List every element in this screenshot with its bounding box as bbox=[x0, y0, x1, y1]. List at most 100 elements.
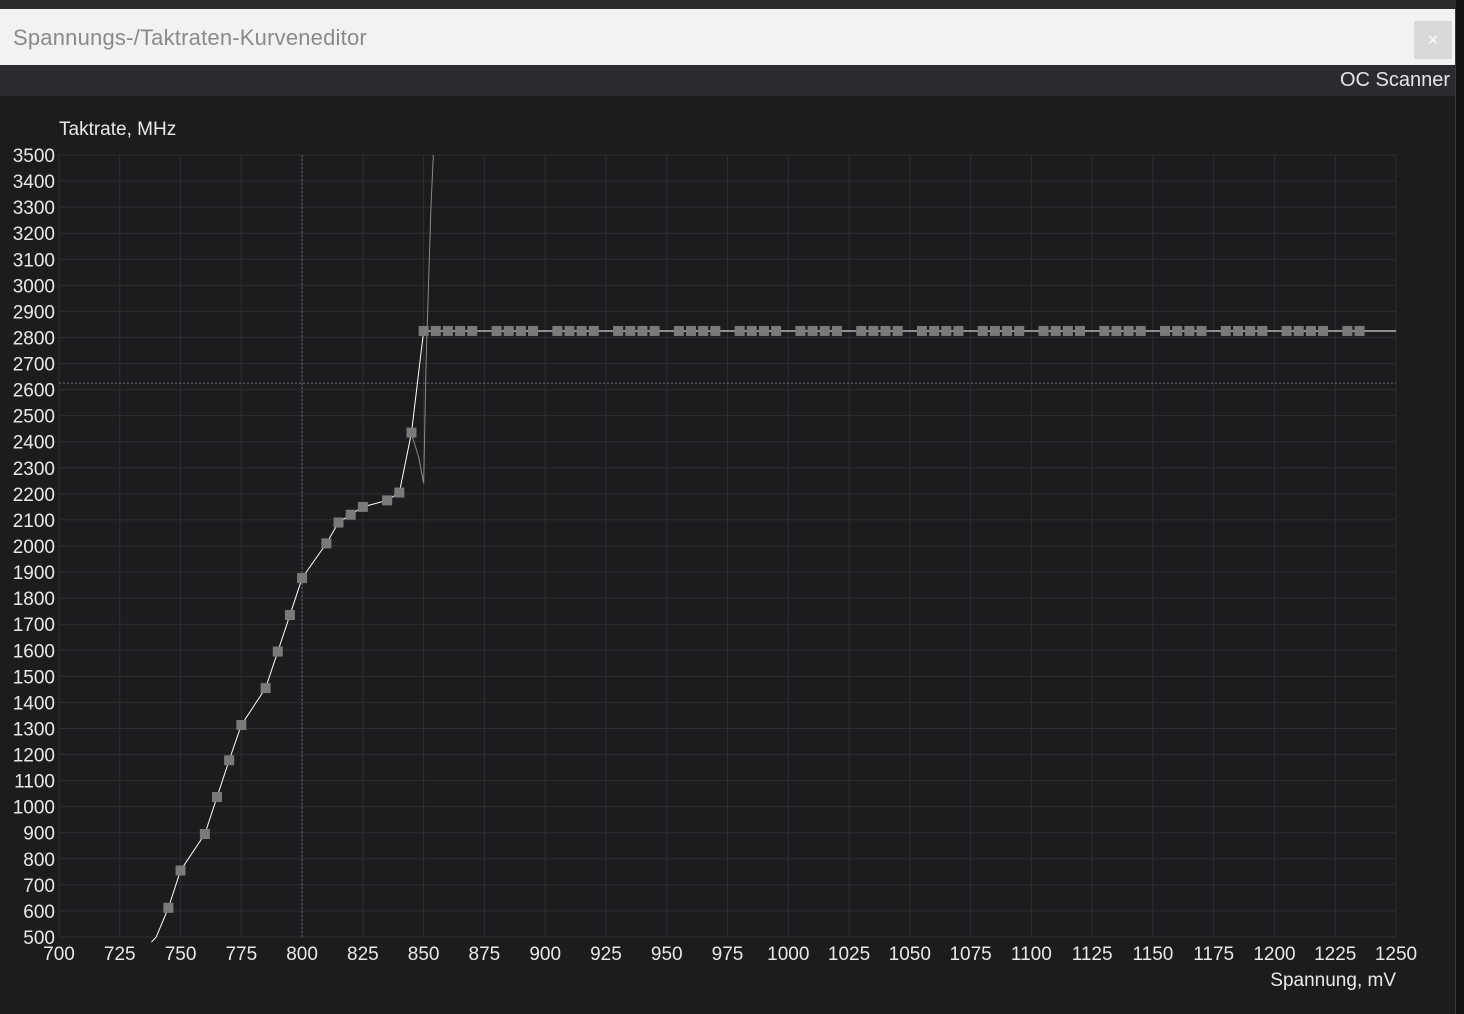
curve-point bbox=[819, 325, 830, 336]
voltage-frequency-chart[interactable]: 700 725 750 775 800 825 850 875 900 925 950 975 1000… bbox=[0, 0, 1464, 1014]
chart-series bbox=[151, 154, 1396, 943]
curve-point bbox=[272, 646, 283, 657]
y-tick-label: 900 bbox=[23, 824, 55, 845]
x-tick-label: 800 bbox=[286, 944, 318, 965]
x-tick-label: 1125 bbox=[1072, 944, 1113, 965]
curve-point bbox=[1111, 325, 1122, 336]
curve-point bbox=[333, 517, 344, 528]
curve-point bbox=[1135, 325, 1146, 336]
y-tick-label: 1100 bbox=[14, 772, 55, 793]
y-tick-label: 2500 bbox=[13, 407, 55, 428]
curve-point bbox=[199, 829, 210, 840]
y-tick-label: 3000 bbox=[13, 276, 55, 297]
y-tick-label: 2400 bbox=[13, 433, 55, 454]
curve-point bbox=[1342, 325, 1353, 336]
y-tick-label: 1500 bbox=[13, 667, 55, 688]
y-tick-label: 3300 bbox=[13, 198, 55, 219]
x-axis-title: Spannung, mV bbox=[1270, 970, 1396, 991]
curve-point bbox=[807, 325, 818, 336]
curve-point bbox=[734, 325, 745, 336]
x-tick-label: 900 bbox=[529, 944, 561, 965]
curve-point bbox=[1002, 325, 1013, 336]
x-tick-label: 850 bbox=[408, 944, 440, 965]
curve-point bbox=[515, 325, 526, 336]
x-tick-label: 1075 bbox=[949, 944, 991, 965]
curve-point bbox=[394, 487, 405, 498]
x-tick-label: 1050 bbox=[889, 944, 931, 965]
x-tick-label: 1150 bbox=[1132, 944, 1173, 965]
curve-point bbox=[892, 325, 903, 336]
curve-point bbox=[1074, 325, 1085, 336]
curve-point bbox=[1281, 325, 1292, 336]
y-tick-label: 1200 bbox=[13, 746, 55, 767]
curve-point bbox=[746, 325, 757, 336]
y-axis-title: Taktrate, MHz bbox=[59, 119, 176, 140]
curve-point bbox=[418, 325, 429, 336]
curve-point bbox=[406, 427, 417, 438]
curve-point bbox=[175, 865, 186, 876]
curve-point bbox=[758, 325, 769, 336]
y-tick-label: 2800 bbox=[13, 328, 55, 349]
x-tick-label: 1000 bbox=[767, 944, 809, 965]
curve-point bbox=[576, 325, 587, 336]
curve-point bbox=[163, 902, 174, 913]
y-axis-ticks: 500 600 700 800 900 1000 1100 1200 1300 1400 1500 1… bbox=[13, 146, 55, 949]
y-tick-label: 2300 bbox=[13, 459, 55, 480]
curve-point bbox=[941, 325, 952, 336]
curve-point bbox=[1014, 325, 1025, 336]
curve-point bbox=[503, 325, 514, 336]
curve-point bbox=[212, 792, 223, 803]
x-tick-label: 1250 bbox=[1375, 944, 1417, 965]
curve-point bbox=[953, 325, 964, 336]
curve-point bbox=[528, 325, 539, 336]
curve-point bbox=[224, 755, 235, 766]
curve-point bbox=[442, 325, 453, 336]
curve-point bbox=[989, 325, 1000, 336]
curve-point bbox=[710, 325, 721, 336]
curve-point bbox=[552, 325, 563, 336]
x-tick-label: 750 bbox=[165, 944, 197, 965]
curve-point bbox=[236, 720, 247, 731]
y-tick-label: 2900 bbox=[13, 302, 55, 323]
curve-point bbox=[1160, 325, 1171, 336]
curve-point bbox=[430, 325, 441, 336]
curve-point bbox=[345, 509, 356, 520]
y-tick-label: 1400 bbox=[13, 693, 55, 714]
curve-point bbox=[625, 325, 636, 336]
y-tick-label: 800 bbox=[23, 850, 55, 871]
y-tick-label: 600 bbox=[23, 902, 55, 923]
curve-point bbox=[297, 573, 308, 584]
curve-point bbox=[1123, 325, 1134, 336]
curve-point bbox=[637, 325, 648, 336]
curve-point bbox=[455, 325, 466, 336]
y-tick-label: 2700 bbox=[13, 355, 55, 376]
vf-curve-line bbox=[151, 330, 1396, 943]
x-tick-label: 825 bbox=[347, 944, 379, 965]
curve-point bbox=[1038, 325, 1049, 336]
curve-point bbox=[1245, 325, 1256, 336]
curve-point bbox=[673, 325, 684, 336]
x-tick-label: 925 bbox=[590, 944, 622, 965]
y-tick-label: 700 bbox=[23, 876, 55, 897]
x-tick-label: 1225 bbox=[1314, 944, 1356, 965]
curve-point bbox=[856, 325, 867, 336]
curve-point bbox=[613, 325, 624, 336]
x-axis-ticks: 700 725 750 775 800 825 850 875 900 925 950 975 1000… bbox=[43, 944, 1417, 965]
curve-point bbox=[284, 610, 295, 621]
curve-point bbox=[1220, 325, 1231, 336]
y-tick-label: 1300 bbox=[13, 719, 55, 740]
curve-point bbox=[357, 501, 368, 512]
y-tick-label: 500 bbox=[23, 928, 55, 949]
curve-point bbox=[1305, 325, 1316, 336]
x-tick-label: 1175 bbox=[1193, 944, 1234, 965]
curve-point bbox=[868, 325, 879, 336]
y-tick-label: 2600 bbox=[13, 381, 55, 402]
y-tick-label: 2000 bbox=[13, 537, 55, 558]
curve-point bbox=[1172, 325, 1183, 336]
curve-point bbox=[977, 325, 988, 336]
curve-point bbox=[1099, 325, 1110, 336]
curve-point bbox=[467, 325, 478, 336]
curve-point bbox=[831, 325, 842, 336]
curve-point bbox=[916, 325, 927, 336]
curve-point bbox=[771, 325, 782, 336]
